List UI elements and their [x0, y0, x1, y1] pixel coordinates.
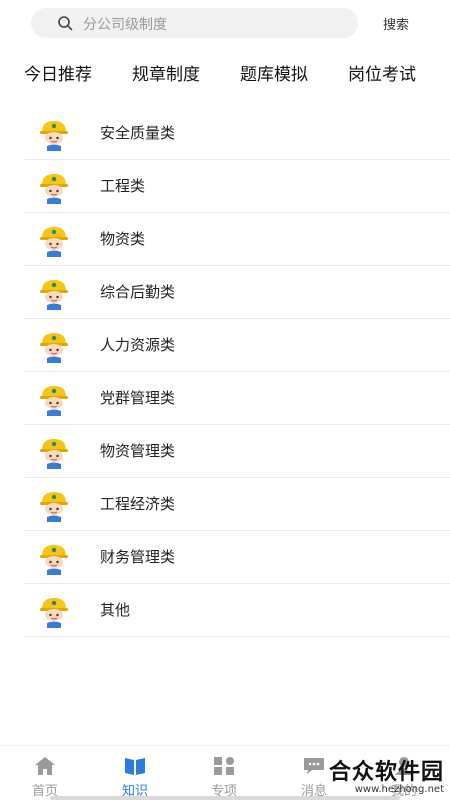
- worker-avatar-icon: [39, 437, 69, 469]
- worker-avatar-icon: [39, 172, 69, 204]
- worker-avatar-icon: [39, 278, 69, 310]
- list-item[interactable]: 工程经济类: [24, 478, 450, 531]
- list-item[interactable]: 工程类: [24, 160, 450, 213]
- home-icon: [35, 757, 55, 775]
- list-item-label: 人力资源类: [100, 336, 176, 354]
- worker-avatar-icon: [39, 490, 69, 522]
- list-item-label: 其他: [100, 601, 131, 619]
- worker-avatar-icon: [39, 384, 69, 416]
- home-indicator: [50, 796, 400, 800]
- list-item-label: 财务管理类: [100, 548, 176, 566]
- nav-messages[interactable]: 消息: [284, 756, 344, 799]
- nav-mine[interactable]: 我的: [374, 756, 434, 799]
- grid-icon: [214, 757, 234, 775]
- book-icon: [125, 758, 145, 775]
- list-item-label: 安全质量类: [100, 124, 176, 142]
- nav-knowledge[interactable]: 知识: [105, 756, 165, 799]
- list-item-label: 综合后勤类: [100, 283, 176, 301]
- search-placeholder: 分公司级制度: [83, 17, 167, 33]
- list-item-label: 物资管理类: [100, 442, 176, 460]
- list-item[interactable]: 财务管理类: [24, 531, 450, 584]
- tab-regulations[interactable]: 规章制度: [132, 60, 200, 85]
- search-bar: 分公司级制度 搜索: [0, 8, 450, 38]
- list-item[interactable]: 安全质量类: [24, 107, 450, 160]
- worker-avatar-icon: [39, 225, 69, 257]
- bottom-nav: 首页 知识 专项 消息 我的: [0, 745, 450, 801]
- person-icon: [395, 757, 413, 775]
- list-item[interactable]: 综合后勤类: [24, 266, 450, 319]
- list-item[interactable]: 物资管理类: [24, 425, 450, 478]
- worker-avatar-icon: [39, 331, 69, 363]
- list-item-label: 工程经济类: [100, 495, 176, 513]
- category-tabs: 今日推荐 规章制度 题库模拟 岗位考试: [0, 60, 450, 88]
- list-item-label: 工程类: [100, 177, 146, 195]
- tab-position-exam[interactable]: 岗位考试: [348, 60, 416, 85]
- list-item[interactable]: 其他: [24, 584, 450, 637]
- category-list: 安全质量类 工程类 物资类 综合后勤类 人力资源类 党群管理类 物资管理类 工程…: [24, 107, 450, 637]
- nav-special[interactable]: 专项: [194, 756, 254, 799]
- nav-home[interactable]: 首页: [15, 756, 75, 799]
- search-input[interactable]: 分公司级制度: [31, 8, 358, 38]
- list-item[interactable]: 人力资源类: [24, 319, 450, 372]
- worker-avatar-icon: [39, 596, 69, 628]
- list-item-label: 党群管理类: [100, 389, 176, 407]
- list-item[interactable]: 物资类: [24, 213, 450, 266]
- search-icon: [58, 16, 73, 31]
- tab-question-bank[interactable]: 题库模拟: [240, 60, 308, 85]
- tab-today-recommend[interactable]: 今日推荐: [24, 60, 92, 85]
- search-button[interactable]: 搜索: [383, 14, 409, 33]
- message-icon: [304, 758, 324, 774]
- list-item-label: 物资类: [100, 230, 146, 248]
- worker-avatar-icon: [39, 119, 69, 151]
- list-item[interactable]: 党群管理类: [24, 372, 450, 425]
- worker-avatar-icon: [39, 543, 69, 575]
